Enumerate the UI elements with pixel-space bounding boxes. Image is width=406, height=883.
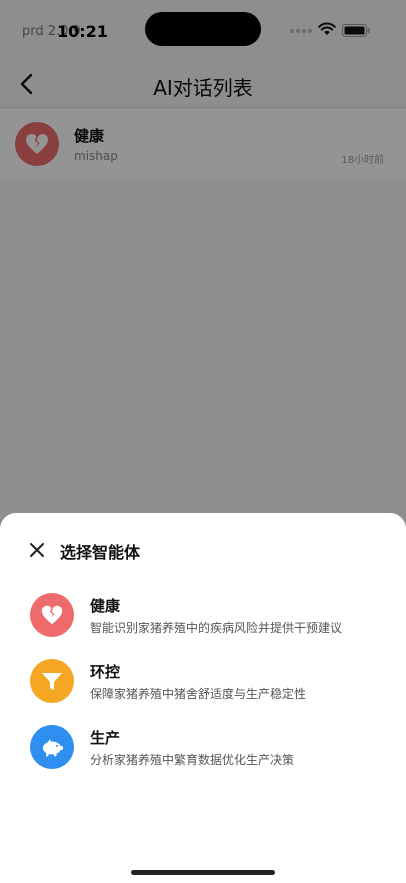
agent-desc: 智能识别家猪养殖中的疾病风险并提供干预建议 — [90, 621, 343, 635]
agent-select-sheet: 选择智能体 健康 智能识别家猪养殖中的疾病风险并提供干预建议 环控 保障家猪养殖… — [0, 513, 406, 883]
pig-icon — [30, 725, 74, 769]
agent-item-environment[interactable]: 环控 保障家猪养殖中猪舍舒适度与生产稳定性 — [0, 659, 406, 719]
agent-item-health[interactable]: 健康 智能识别家猪养殖中的疾病风险并提供干预建议 — [0, 593, 406, 653]
close-icon[interactable] — [28, 541, 46, 559]
funnel-icon — [30, 659, 74, 703]
agent-desc: 保障家猪养殖中猪舍舒适度与生产稳定性 — [90, 687, 307, 701]
agent-desc: 分析家猪养殖中繁育数据优化生产决策 — [90, 753, 295, 767]
agent-name: 健康 — [90, 597, 121, 615]
sheet-title: 选择智能体 — [60, 543, 141, 562]
agent-item-production[interactable]: 生产 分析家猪养殖中繁育数据优化生产决策 — [0, 725, 406, 785]
screen: prd 2.0.9 10:21 AI对话列表 健康 mishap 18小时前 选… — [0, 0, 406, 883]
agent-name: 环控 — [90, 663, 121, 681]
agent-name: 生产 — [90, 729, 121, 747]
home-indicator — [131, 870, 275, 875]
broken-heart-icon — [30, 593, 74, 637]
